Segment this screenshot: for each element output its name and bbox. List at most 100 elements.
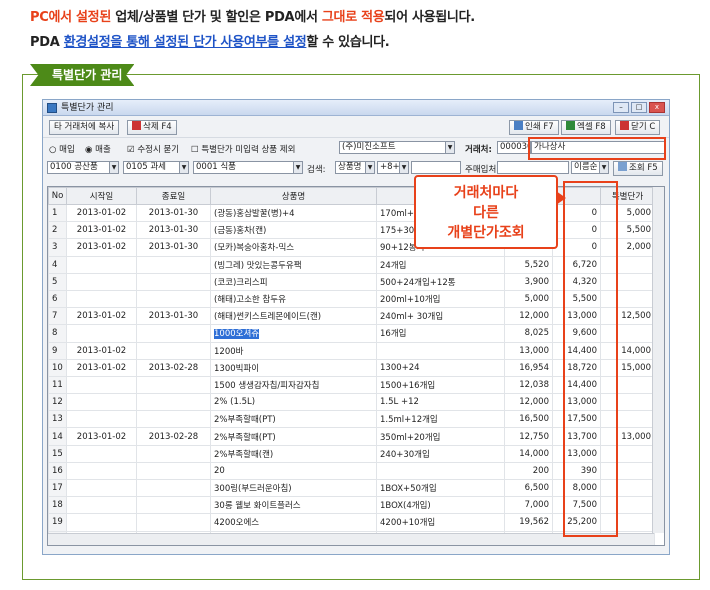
table-cell[interactable]: 2% (1.5L) xyxy=(210,393,377,412)
excel-button[interactable]: 엑셀 F8 xyxy=(561,120,611,135)
table-cell[interactable] xyxy=(376,341,505,360)
table-cell[interactable]: 24개입 xyxy=(376,255,505,274)
sell-radio[interactable]: ◉ 매출 xyxy=(85,143,111,155)
table-cell[interactable]: 6 xyxy=(48,289,67,309)
table-cell[interactable] xyxy=(136,513,211,532)
column-header[interactable]: 종료일 xyxy=(136,187,211,205)
table-cell[interactable] xyxy=(66,393,137,412)
exclude-unset-checkbox[interactable]: ☐ 특별단가 미입력 상품 제외 xyxy=(191,143,295,155)
table-cell[interactable]: 200 xyxy=(504,461,553,481)
table-cell[interactable] xyxy=(136,255,211,274)
table-cell[interactable] xyxy=(136,289,211,309)
column-header[interactable]: 시작일 xyxy=(66,187,137,205)
table-cell[interactable]: 1200바 xyxy=(210,341,377,360)
table-cell[interactable]: 7,000 xyxy=(504,496,553,515)
table-cell[interactable]: 500+24개입+12통 xyxy=(376,272,505,291)
column-header[interactable]: No xyxy=(48,187,67,205)
table-cell[interactable]: 200ml+10개입 xyxy=(376,289,505,309)
table-cell[interactable] xyxy=(66,513,137,532)
table-cell[interactable] xyxy=(66,478,137,498)
table-cell[interactable] xyxy=(66,496,137,515)
table-cell[interactable] xyxy=(66,272,137,291)
table-cell[interactable] xyxy=(66,375,137,395)
table-cell[interactable]: 8,025 xyxy=(504,324,553,343)
table-cell[interactable]: (코코)크리스피 xyxy=(210,272,377,291)
table-cell[interactable]: 300링(부드러운아침) xyxy=(210,478,377,498)
table-cell[interactable]: 350ml+20개입 xyxy=(376,427,505,446)
table-cell[interactable]: 4 xyxy=(48,255,67,274)
table-cell[interactable]: 240ml+ 30개입 xyxy=(376,307,505,326)
print-button[interactable]: 인쇄 F7 xyxy=(509,120,559,135)
table-cell[interactable]: 9 xyxy=(48,341,67,360)
company-select[interactable]: (주)미진소프트 ▼ xyxy=(339,141,455,154)
table-cell[interactable] xyxy=(136,393,211,412)
table-cell[interactable]: 3,900 xyxy=(504,272,553,291)
table-cell[interactable]: 6,500 xyxy=(504,478,553,498)
table-cell[interactable]: 16개입 xyxy=(376,324,505,343)
table-cell[interactable]: 1500+16개입 xyxy=(376,375,505,395)
table-cell[interactable]: 20 xyxy=(210,461,377,481)
table-cell[interactable]: 1BOX+50개입 xyxy=(376,478,505,498)
vertical-scrollbar[interactable] xyxy=(652,187,664,533)
table-cell[interactable]: (광동)홍삼발꿀(병)+4 xyxy=(210,203,377,223)
table-cell[interactable]: 240+30개입 xyxy=(376,444,505,463)
table-cell[interactable]: 4200+10개입 xyxy=(376,513,505,532)
table-cell[interactable]: (모카)복숭아홍차-믹스 xyxy=(210,238,377,257)
table-cell[interactable] xyxy=(66,324,137,343)
table-cell[interactable]: 1000오셔쥬 xyxy=(210,324,377,343)
table-cell[interactable]: 2 xyxy=(48,221,67,240)
table-cell[interactable] xyxy=(136,272,211,291)
table-cell[interactable]: 7 xyxy=(48,307,67,326)
order-select[interactable]: 이름순 ▼ xyxy=(571,161,609,174)
table-cell[interactable]: 2013-01-02 xyxy=(66,221,137,240)
table-cell[interactable]: 2%부족할때(캔) xyxy=(210,444,377,463)
table-cell[interactable]: 12 xyxy=(48,393,67,412)
table-cell[interactable]: 1300+24 xyxy=(376,358,505,377)
query-button[interactable]: 조회 F5 xyxy=(613,161,663,176)
table-cell[interactable] xyxy=(376,461,505,481)
table-cell[interactable]: 2013-01-30 xyxy=(136,221,211,240)
client-code-field[interactable]: 000030 xyxy=(497,141,531,154)
table-cell[interactable]: 16,954 xyxy=(504,358,553,377)
table-cell[interactable]: 1300빅파이 xyxy=(210,358,377,377)
table-cell[interactable]: 12,750 xyxy=(504,427,553,446)
table-cell[interactable]: 5 xyxy=(48,272,67,291)
search-input[interactable] xyxy=(411,161,461,174)
table-cell[interactable]: 2013-01-02 xyxy=(66,358,137,377)
table-cell[interactable] xyxy=(136,478,211,498)
window-close-button[interactable]: x xyxy=(649,102,665,113)
table-cell[interactable]: 12,038 xyxy=(504,375,553,395)
search-op-select[interactable]: +8+ ▼ xyxy=(377,161,409,174)
category3-select[interactable]: 0001 식품 ▼ xyxy=(193,161,303,174)
table-cell[interactable]: 2013-01-02 xyxy=(66,427,137,446)
delete-button[interactable]: 삭제 F4 xyxy=(127,120,177,135)
category2-select[interactable]: 0105 과세 ▼ xyxy=(123,161,189,174)
table-cell[interactable]: 1.5ml+12개입 xyxy=(376,410,505,429)
table-cell[interactable]: 5,520 xyxy=(504,255,553,274)
table-cell[interactable]: 18 xyxy=(48,496,67,515)
confirm-modify-checkbox[interactable]: ☑ 수정시 묻기 xyxy=(127,143,179,155)
minimize-button[interactable]: – xyxy=(613,102,629,113)
table-cell[interactable]: (해태)썬키스트레몬에이드(캔) xyxy=(210,307,377,326)
table-cell[interactable] xyxy=(66,255,137,274)
table-cell[interactable]: 2013-01-30 xyxy=(136,203,211,223)
column-header[interactable]: 상품명 xyxy=(210,187,377,205)
table-cell[interactable] xyxy=(66,444,137,463)
category1-select[interactable]: 0100 공산품 ▼ xyxy=(47,161,119,174)
table-cell[interactable]: 16 xyxy=(48,461,67,481)
copy-to-client-button[interactable]: 타 거래처에 복사 xyxy=(49,120,120,135)
table-cell[interactable]: 2013-01-30 xyxy=(136,238,211,257)
table-cell[interactable]: (금동)홍차(캔) xyxy=(210,221,377,240)
table-cell[interactable]: (빙그레) 맛있는콩두유팩 xyxy=(210,255,377,274)
table-cell[interactable]: 16,500 xyxy=(504,410,553,429)
table-cell[interactable]: 19,562 xyxy=(504,513,553,532)
table-cell[interactable]: 2013-02-28 xyxy=(136,358,211,377)
table-cell[interactable]: 11 xyxy=(48,375,67,395)
table-cell[interactable]: 2%부족할때(PT) xyxy=(210,427,377,446)
table-cell[interactable] xyxy=(136,461,211,481)
table-cell[interactable]: 2%부족할때(PT) xyxy=(210,410,377,429)
intro-link-settings[interactable]: 환경설정을 통해 설정된 단가 사용여부를 설정 xyxy=(64,35,307,50)
table-cell[interactable]: 13,000 xyxy=(504,341,553,360)
table-cell[interactable]: 2013-01-02 xyxy=(66,238,137,257)
table-cell[interactable] xyxy=(136,496,211,515)
